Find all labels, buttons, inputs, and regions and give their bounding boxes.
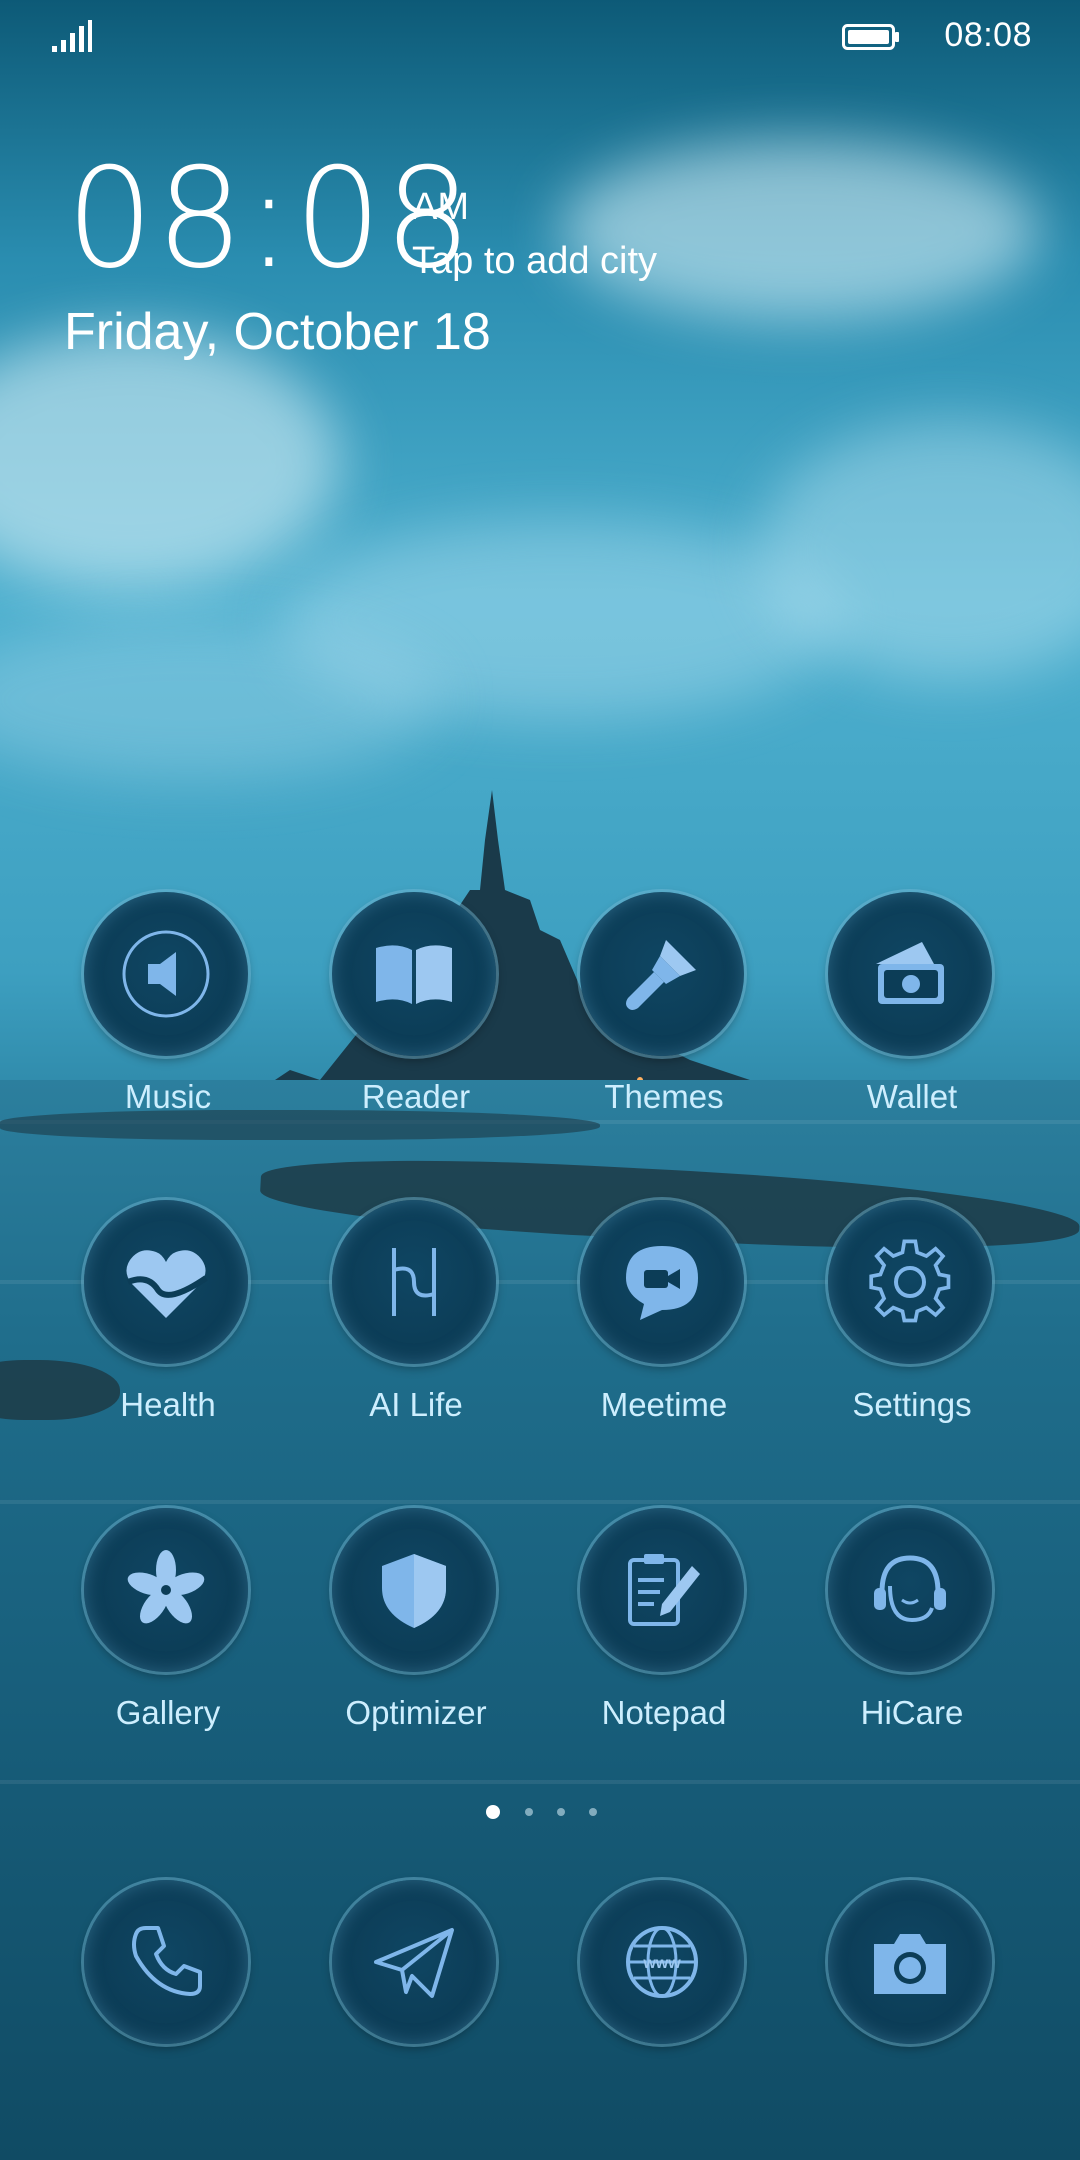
speaker-icon bbox=[122, 930, 210, 1018]
app-label: Settings bbox=[852, 1386, 972, 1423]
heart-icon bbox=[126, 1250, 208, 1318]
app-reader[interactable]: Reader bbox=[316, 892, 516, 1162]
app-themes[interactable]: Themes bbox=[564, 892, 764, 1162]
app-label: AI Life bbox=[369, 1386, 463, 1423]
page-dot bbox=[557, 1808, 565, 1816]
app-gallery[interactable]: Gallery bbox=[68, 1508, 268, 1778]
paintbrush-icon bbox=[626, 940, 696, 1010]
app-settings[interactable]: Settings bbox=[812, 1200, 1012, 1470]
app-label: Reader bbox=[361, 1078, 471, 1115]
app-optimizer[interactable]: Optimizer bbox=[316, 1508, 516, 1778]
app-wallet[interactable]: Wallet bbox=[812, 892, 1012, 1162]
flower-icon bbox=[127, 1550, 205, 1624]
app-label: Gallery bbox=[115, 1694, 221, 1731]
status-bar: 08:08 bbox=[0, 0, 1080, 70]
app-label: Health bbox=[120, 1386, 216, 1423]
dock-browser[interactable]: www bbox=[564, 1880, 764, 2150]
page-dot bbox=[589, 1808, 597, 1816]
wallet-icon bbox=[876, 942, 944, 1004]
shield-icon bbox=[382, 1554, 446, 1628]
battery-icon bbox=[842, 24, 899, 50]
app-label: Meetime bbox=[600, 1386, 728, 1423]
add-city-link[interactable]: Tap to add city bbox=[412, 240, 657, 283]
app-label: HiCare bbox=[860, 1694, 964, 1731]
dock-camera[interactable] bbox=[812, 1880, 1012, 2150]
dock-messages[interactable] bbox=[316, 1880, 516, 2150]
signal-icon bbox=[52, 20, 92, 52]
app-hicare[interactable]: HiCare bbox=[812, 1508, 1012, 1778]
send-icon bbox=[374, 1928, 454, 1998]
browser-icon: www bbox=[626, 1926, 698, 1998]
page-dot bbox=[525, 1808, 533, 1816]
app-health[interactable]: Health bbox=[68, 1200, 268, 1470]
video-chat-icon bbox=[626, 1246, 698, 1320]
app-ai-life[interactable]: AI Life bbox=[316, 1200, 516, 1470]
app-notepad[interactable]: Notepad bbox=[564, 1508, 764, 1778]
app-label: Wallet bbox=[866, 1078, 958, 1115]
clock-ampm: AM bbox=[412, 186, 469, 228]
dock-phone[interactable] bbox=[68, 1880, 268, 2150]
svg-text:www: www bbox=[642, 1955, 681, 1972]
headset-icon bbox=[874, 1555, 946, 1623]
clock-date[interactable]: Friday, October 18 bbox=[64, 302, 491, 362]
app-label: Themes bbox=[604, 1078, 724, 1115]
app-music[interactable]: Music bbox=[68, 892, 268, 1162]
status-time: 08:08 bbox=[944, 16, 1032, 54]
camera-icon bbox=[874, 1934, 946, 1994]
notepad-icon bbox=[628, 1554, 700, 1626]
app-label: Optimizer bbox=[345, 1694, 487, 1731]
ai-life-icon bbox=[392, 1248, 436, 1316]
gear-icon bbox=[869, 1239, 951, 1323]
phone-icon bbox=[132, 1926, 202, 1996]
page-indicator[interactable] bbox=[482, 1804, 602, 1824]
book-icon bbox=[376, 945, 452, 1004]
page-dot-active bbox=[486, 1805, 500, 1819]
app-meetime[interactable]: Meetime bbox=[564, 1200, 764, 1470]
app-label: Notepad bbox=[601, 1694, 727, 1731]
app-label: Music bbox=[124, 1078, 212, 1115]
